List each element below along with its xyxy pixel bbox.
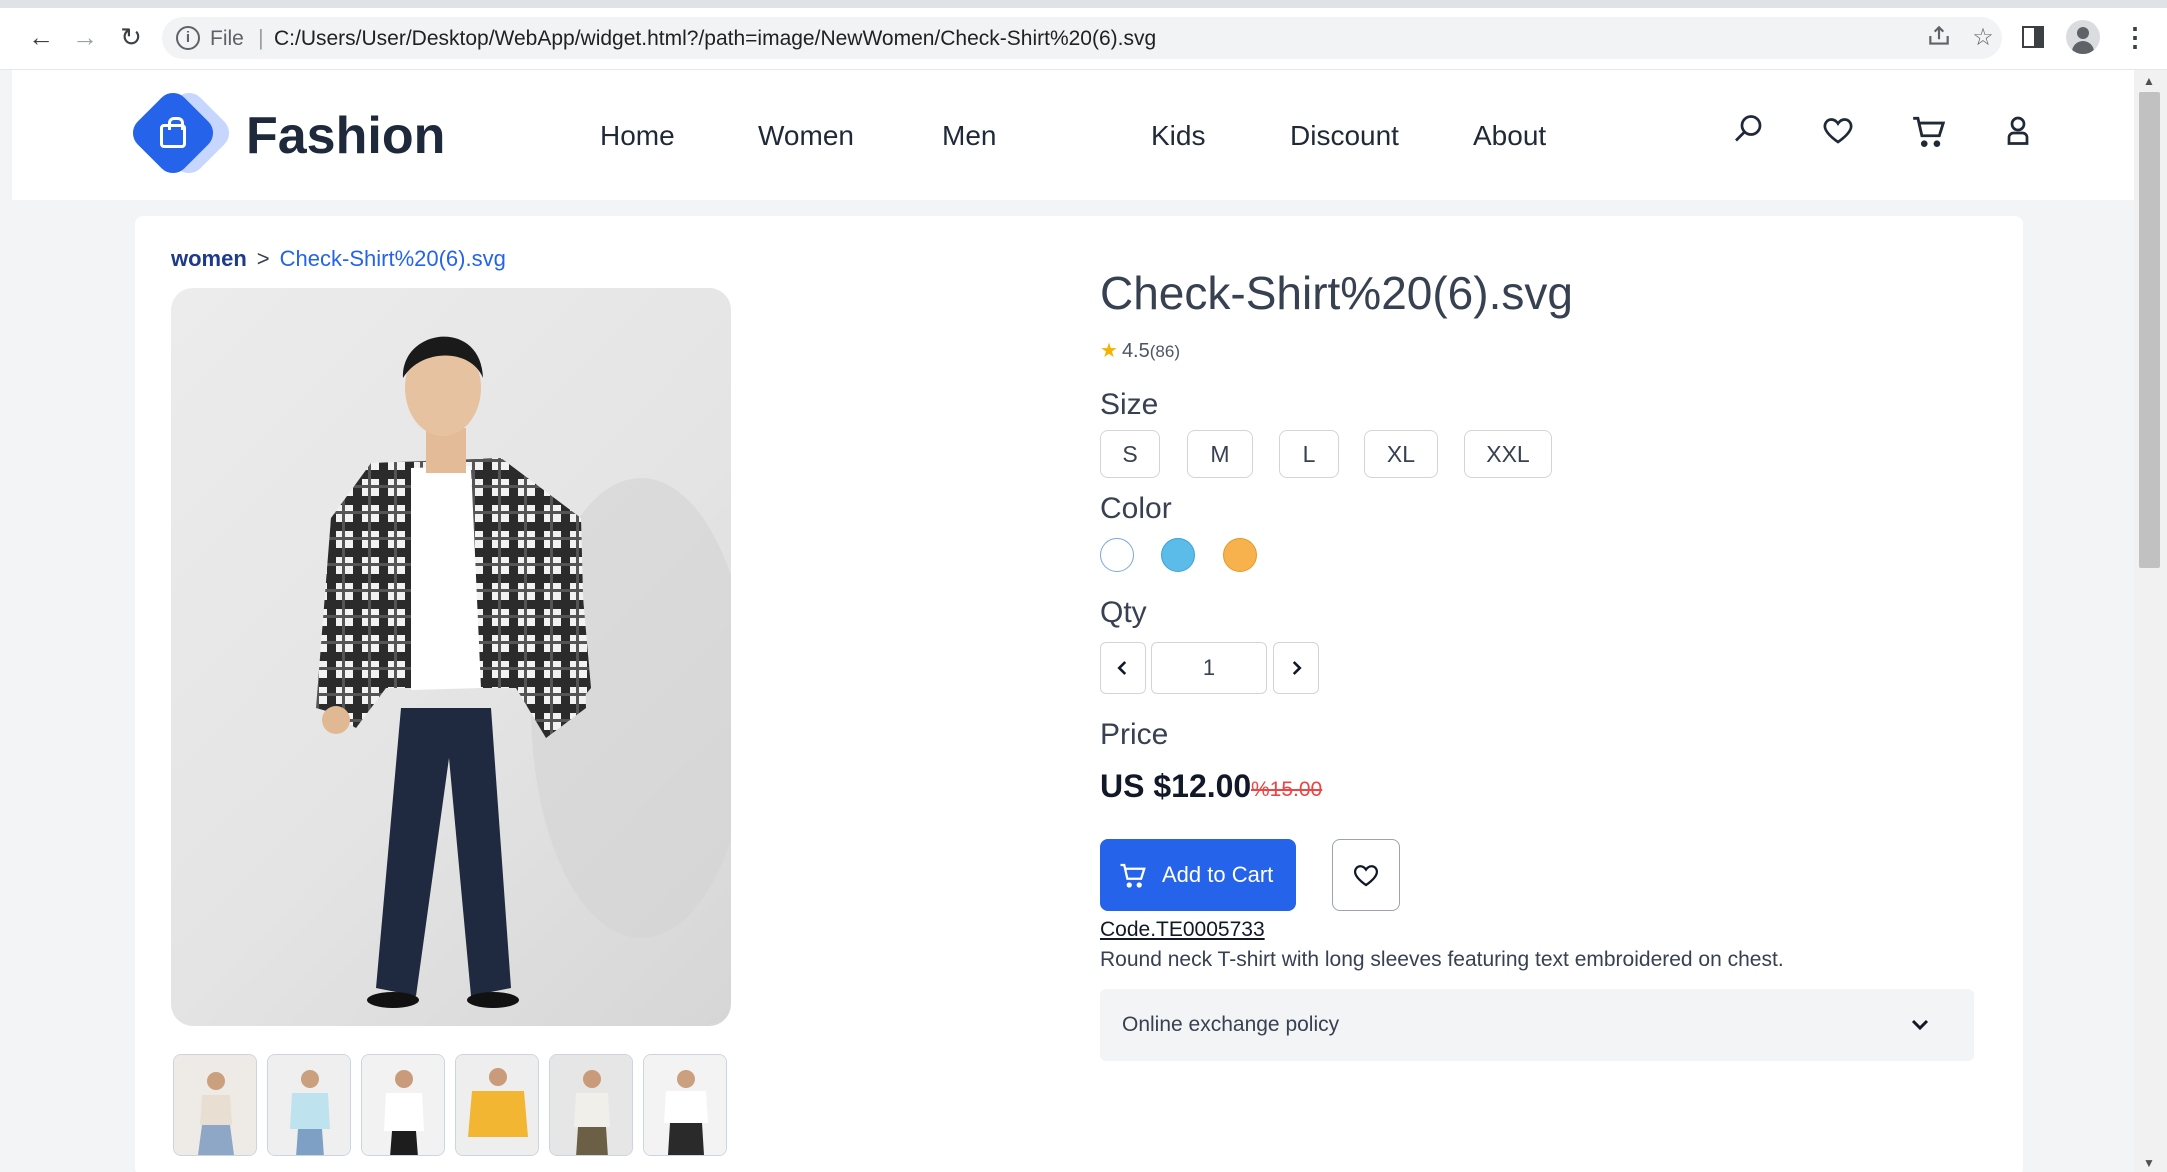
menu-kebab-icon[interactable]: ⋮ bbox=[2122, 22, 2148, 53]
breadcrumb-separator: > bbox=[256, 246, 270, 271]
breadcrumb-women-link[interactable]: women bbox=[171, 246, 247, 271]
price-label: Price bbox=[1100, 718, 1169, 751]
scroll-up-icon[interactable]: ▲ bbox=[2143, 74, 2155, 88]
nav-home[interactable]: Home bbox=[600, 120, 675, 152]
back-icon[interactable]: ← bbox=[24, 20, 58, 54]
color-swatch-white[interactable] bbox=[1100, 538, 1134, 572]
page-scrollbar[interactable]: ▲ ▼ bbox=[2134, 70, 2167, 1172]
breadcrumb: women > Check-Shirt%20(6).svg bbox=[171, 246, 506, 272]
thumbnail-1[interactable] bbox=[173, 1054, 257, 1156]
product-code[interactable]: Code.TE0005733 bbox=[1100, 918, 1265, 942]
add-to-cart-button[interactable]: Add to Cart bbox=[1100, 839, 1296, 911]
size-xxl-button[interactable]: XXL bbox=[1464, 430, 1552, 478]
breadcrumb-current[interactable]: Check-Shirt%20(6).svg bbox=[280, 246, 506, 271]
rating-count: (86) bbox=[1149, 342, 1180, 361]
url-text[interactable]: C:/Users/User/Desktop/WebApp/widget.html… bbox=[274, 27, 1156, 51]
nav-women[interactable]: Women bbox=[758, 120, 854, 152]
exchange-policy-accordion[interactable]: Online exchange policy bbox=[1100, 989, 1974, 1061]
info-icon[interactable]: i bbox=[176, 26, 200, 50]
cart-icon[interactable] bbox=[1910, 112, 1950, 152]
nav-discount[interactable]: Discount bbox=[1290, 120, 1399, 152]
nav-men[interactable]: Men bbox=[942, 120, 996, 152]
side-panel-icon[interactable] bbox=[2022, 26, 2044, 48]
color-label: Color bbox=[1100, 492, 1172, 525]
profile-avatar-icon[interactable] bbox=[2066, 20, 2100, 54]
heart-icon bbox=[1353, 865, 1379, 887]
rating-value: 4.5 bbox=[1121, 340, 1150, 362]
product-title: Check-Shirt%20(6).svg bbox=[1100, 267, 1573, 319]
reload-icon[interactable]: ↻ bbox=[114, 20, 148, 54]
policy-label: Online exchange policy bbox=[1122, 1013, 1340, 1036]
qty-decrease-button[interactable] bbox=[1100, 642, 1146, 694]
qty-label: Qty bbox=[1100, 596, 1147, 629]
scrollbar-thumb[interactable] bbox=[2139, 92, 2160, 568]
size-l-button[interactable]: L bbox=[1279, 430, 1339, 478]
product-card: women > Check-Shirt%20(6).svg Check-Shir… bbox=[135, 216, 2023, 1172]
thumbnail-4[interactable] bbox=[455, 1054, 539, 1156]
heart-icon[interactable] bbox=[1820, 112, 1860, 152]
star-icon: ★ bbox=[1100, 340, 1118, 362]
product-description: Round neck T-shirt with long sleeves fea… bbox=[1100, 948, 1784, 971]
user-icon[interactable] bbox=[2000, 112, 2040, 152]
product-rating: ★ 4.5(86) bbox=[1100, 338, 1180, 363]
add-to-cart-label: Add to Cart bbox=[1162, 862, 1274, 887]
chevron-down-icon bbox=[1908, 1013, 1932, 1037]
bookmark-star-icon[interactable]: ☆ bbox=[1968, 23, 1998, 53]
nav-about[interactable]: About bbox=[1473, 120, 1546, 152]
browser-toolbar: ← → ↻ i File | C:/Users/User/Desktop/Web… bbox=[0, 0, 2167, 70]
logo-icon[interactable] bbox=[126, 86, 238, 180]
search-icon[interactable] bbox=[1730, 112, 1770, 152]
nav-kids[interactable]: Kids bbox=[1151, 120, 1205, 152]
qty-increase-button[interactable] bbox=[1273, 642, 1319, 694]
qty-input[interactable]: 1 bbox=[1151, 642, 1267, 694]
address-separator: | bbox=[258, 25, 264, 50]
tab-strip bbox=[0, 0, 2167, 8]
site-header: Fashion Home Women Men Kids Discount Abo… bbox=[12, 70, 2134, 200]
brand-name[interactable]: Fashion bbox=[246, 106, 445, 166]
thumbnail-2[interactable] bbox=[267, 1054, 351, 1156]
thumbnail-6[interactable] bbox=[643, 1054, 727, 1156]
wishlist-button[interactable] bbox=[1332, 839, 1400, 911]
address-bar[interactable]: i File | C:/Users/User/Desktop/WebApp/wi… bbox=[162, 17, 2002, 59]
scroll-down-icon[interactable]: ▼ bbox=[2143, 1156, 2155, 1170]
product-main-image[interactable] bbox=[171, 288, 731, 1026]
cart-icon bbox=[1118, 860, 1148, 890]
color-swatch-orange[interactable] bbox=[1223, 538, 1257, 572]
share-icon[interactable] bbox=[1924, 23, 1954, 53]
size-xl-button[interactable]: XL bbox=[1364, 430, 1438, 478]
forward-icon[interactable]: → bbox=[68, 20, 102, 54]
size-s-button[interactable]: S bbox=[1100, 430, 1160, 478]
size-m-button[interactable]: M bbox=[1187, 430, 1253, 478]
thumbnail-3[interactable] bbox=[361, 1054, 445, 1156]
product-price: US $12.00 bbox=[1100, 768, 1252, 804]
file-label: File bbox=[210, 27, 244, 50]
color-swatch-blue[interactable] bbox=[1161, 538, 1195, 572]
original-price: %15.00 bbox=[1251, 778, 1323, 801]
thumbnail-5[interactable] bbox=[549, 1054, 633, 1156]
size-label: Size bbox=[1100, 388, 1159, 421]
